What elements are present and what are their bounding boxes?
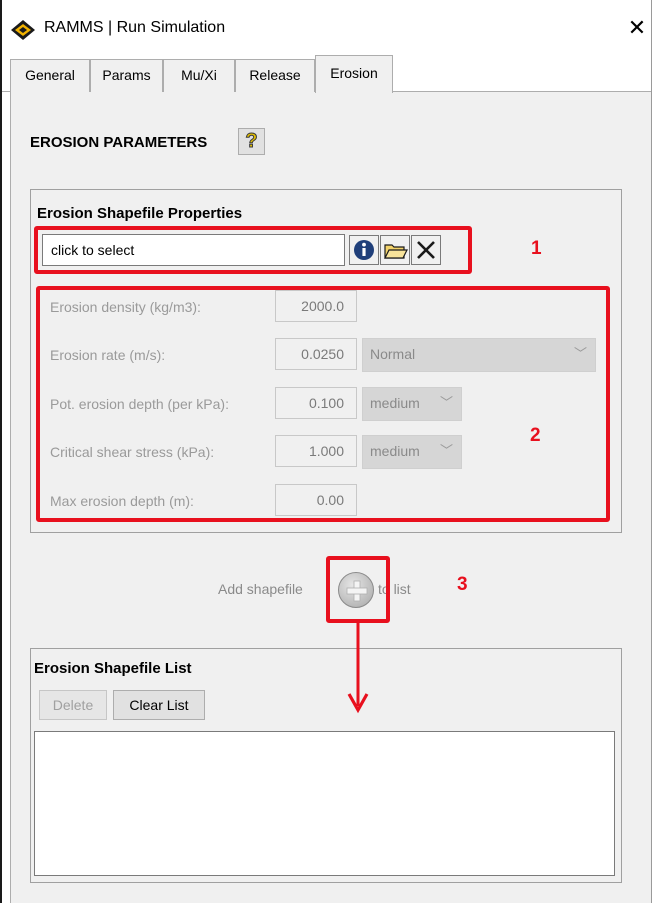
annotation-box-1 bbox=[34, 226, 472, 274]
tab-release[interactable]: Release bbox=[235, 59, 315, 92]
tab-erosion[interactable]: Erosion bbox=[315, 55, 393, 93]
annotation-label-3: 3 bbox=[457, 574, 468, 595]
tab-mu-xi[interactable]: Mu/Xi bbox=[163, 59, 235, 92]
tab-general[interactable]: General bbox=[10, 59, 90, 92]
help-button[interactable]: ? bbox=[238, 128, 265, 155]
delete-button[interactable]: Delete bbox=[39, 690, 107, 720]
shapefile-properties-title: Erosion Shapefile Properties bbox=[37, 205, 243, 222]
annotation-label-2: 2 bbox=[530, 425, 541, 446]
erosion-parameters-heading: EROSION PARAMETERS bbox=[30, 134, 208, 151]
annotation-box-2 bbox=[36, 286, 610, 522]
annotation-label-1: 1 bbox=[531, 238, 542, 259]
help-question-icon: ? bbox=[245, 130, 258, 153]
clear-list-button[interactable]: Clear List bbox=[113, 690, 205, 720]
tab-params[interactable]: Params bbox=[90, 59, 163, 92]
ramms-logo-icon bbox=[11, 20, 35, 40]
add-shapefile-label: Add shapefile bbox=[218, 581, 303, 597]
shapefile-list-title: Erosion Shapefile List bbox=[34, 660, 192, 677]
annotation-box-3 bbox=[326, 556, 390, 623]
window-title: RAMMS | Run Simulation bbox=[44, 19, 226, 36]
annotation-arrow-down-icon bbox=[347, 622, 369, 714]
close-window-button[interactable]: ✕ bbox=[626, 15, 648, 41]
shapefile-list-box[interactable] bbox=[34, 731, 615, 876]
